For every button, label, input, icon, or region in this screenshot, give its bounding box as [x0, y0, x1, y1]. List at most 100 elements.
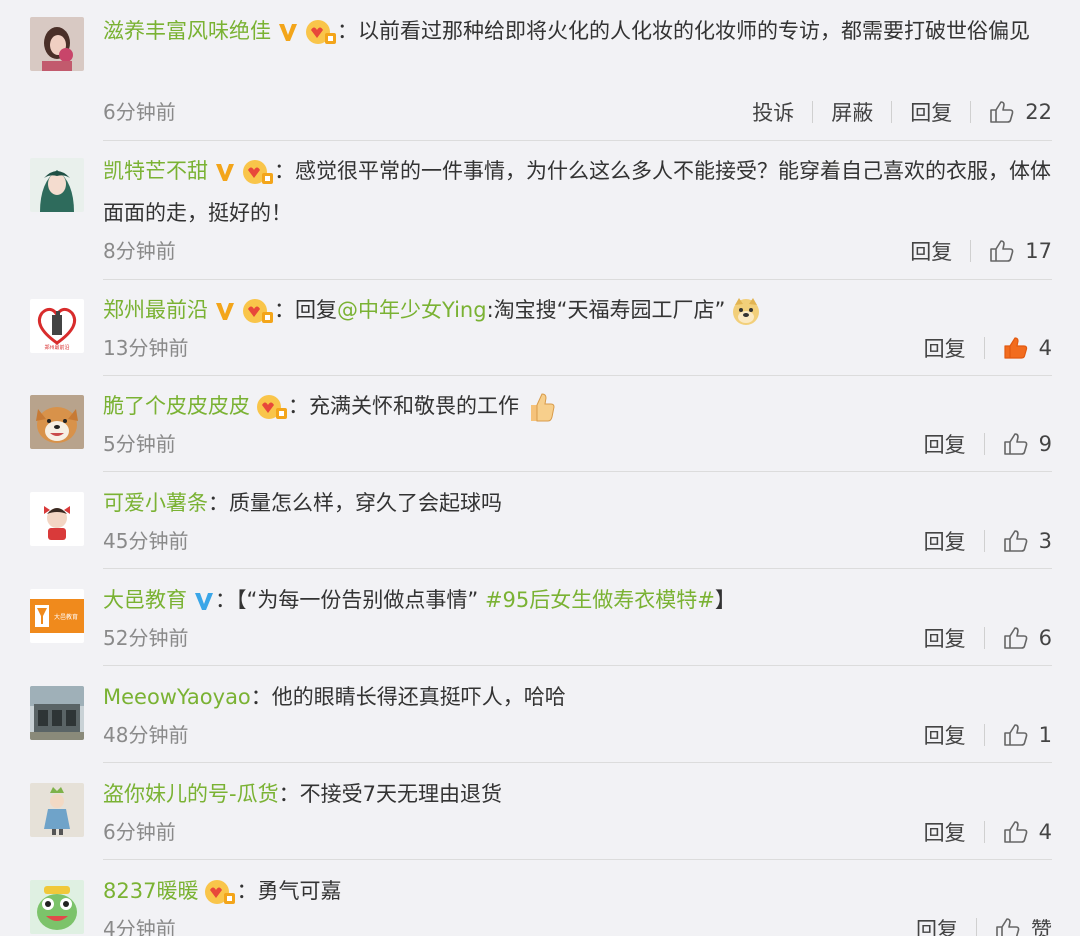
comment-actions: 回复 4	[924, 333, 1052, 363]
thumbs-up-icon	[1003, 724, 1027, 746]
comment-separator: ：	[236, 879, 258, 903]
avatar[interactable]	[30, 783, 84, 837]
username[interactable]: 凯特芒不甜	[103, 159, 208, 183]
like-button[interactable]: 9	[1003, 432, 1052, 456]
comment-time: 13分钟前	[103, 336, 189, 360]
action-divider	[812, 101, 814, 123]
like-button[interactable]: 6	[1003, 626, 1052, 650]
member-level-icon	[242, 159, 274, 185]
member-level-icon	[242, 298, 274, 324]
avatar[interactable]: 大邑教育	[30, 589, 84, 643]
comment-text-prefix: 【“为每一份告别做点事情”	[236, 588, 485, 612]
like-label: 赞	[1031, 918, 1052, 936]
verified-orange-icon	[277, 21, 299, 43]
username[interactable]: 大邑教育	[103, 588, 187, 612]
like-button[interactable]: 4	[1003, 336, 1052, 360]
username[interactable]: MeeowYaoyao	[103, 685, 251, 709]
member-level-icon	[204, 879, 236, 905]
action-divider	[983, 821, 985, 843]
reply-button[interactable]: 回复	[924, 623, 966, 653]
hashtag-link[interactable]: #95后女生做寿衣模特#	[485, 588, 715, 612]
action-divider	[891, 101, 893, 123]
verified-orange-icon	[214, 161, 236, 183]
comment-item: 8237暖暖 ：勇气可嘉 4分钟前 回复 赞	[0, 860, 1080, 936]
reply-prefix: 回复	[295, 298, 337, 322]
comment-time: 45分钟前	[103, 529, 189, 553]
block-button[interactable]: 屏蔽	[831, 97, 873, 127]
comment-list: 滋养丰富风味绝佳 ： 以前看过那种给即将火化的人化妆的化妆师的专访，都需要打破世俗偏…	[0, 0, 1080, 936]
avatar[interactable]	[30, 17, 84, 71]
comment-actions: 回复 9	[924, 429, 1052, 459]
action-divider	[983, 530, 985, 552]
reply-button[interactable]: 回复	[924, 817, 966, 847]
like-count: 17	[1025, 239, 1052, 263]
like-count: 3	[1038, 529, 1052, 553]
comment-text: :淘宝搜“天福寿园工厂店”	[486, 298, 726, 322]
thumbs-up-icon	[990, 101, 1014, 123]
comment-actions: 回复 1	[924, 720, 1052, 750]
like-count: 1	[1038, 723, 1052, 747]
report-button[interactable]: 投诉	[752, 97, 794, 127]
thumbs-up-icon	[1003, 627, 1027, 649]
avatar[interactable]	[30, 686, 84, 740]
comment-separator: ：	[208, 491, 229, 515]
username[interactable]: 可爱小薯条	[103, 491, 208, 515]
comment-text-suffix: 】	[714, 588, 736, 612]
like-count: 4	[1038, 336, 1052, 360]
like-button[interactable]: 3	[1003, 529, 1052, 553]
reply-button[interactable]: 回复	[924, 333, 966, 363]
avatar[interactable]: 郑州最前沿	[30, 299, 84, 353]
comment-text: 充满关怀和敬畏的工作	[309, 394, 519, 418]
comment-actions: 投诉 屏蔽 回复 22	[752, 97, 1052, 127]
comment-time: 6分钟前	[103, 820, 176, 844]
comment-actions: 回复 17	[910, 236, 1052, 266]
comment-time: 48分钟前	[103, 723, 189, 747]
like-count: 6	[1038, 626, 1052, 650]
username[interactable]: 盗你妹儿的号-瓜货	[103, 782, 279, 806]
comment-text: 以前看过那种给即将火化的人化妆的化妆师的专访，都需要打破世俗偏见	[358, 19, 1030, 43]
comment-item: 凯特芒不甜 ：感觉很平常的一件事情，为什么这么多人不能接受？能穿着自己喜欢的衣服，…	[0, 140, 1080, 280]
username[interactable]: 郑州最前沿	[103, 298, 208, 322]
like-count: 4	[1038, 820, 1052, 844]
reply-button[interactable]: 回复	[924, 526, 966, 556]
avatar[interactable]	[30, 880, 84, 934]
avatar[interactable]	[30, 158, 84, 212]
mention-link[interactable]: @中年少女Ying	[337, 298, 487, 322]
reply-button[interactable]: 回复	[910, 97, 952, 127]
action-divider	[983, 337, 985, 359]
like-button[interactable]: 4	[1003, 820, 1052, 844]
verified-blue-icon	[193, 590, 215, 612]
action-divider	[970, 240, 972, 262]
comment-separator: ：	[274, 159, 295, 183]
comment-time: 6分钟前	[103, 100, 176, 124]
username[interactable]: 8237暖暖	[103, 879, 198, 903]
reply-button[interactable]: 回复	[910, 236, 952, 266]
like-button[interactable]: 赞	[995, 914, 1052, 936]
thumbs-up-icon	[1003, 433, 1027, 455]
thumbs-up-icon	[1003, 821, 1027, 843]
comment-item: 盗你妹儿的号-瓜货：不接受7天无理由退货 6分钟前 回复 4	[0, 763, 1080, 860]
thumbs-up-filled-icon	[1004, 337, 1027, 359]
comment-separator: ：	[274, 298, 295, 322]
reply-button[interactable]: 回复	[924, 429, 966, 459]
like-button[interactable]: 1	[1003, 723, 1052, 747]
thumbs-up-emoji-icon	[525, 391, 555, 423]
username[interactable]: 滋养丰富风味绝佳	[103, 19, 271, 43]
comment-item: 脆了个皮皮皮皮 ：充满关怀和敬畏的工作 5分钟前 回复 9	[0, 375, 1080, 472]
thumbs-up-icon	[1003, 530, 1027, 552]
avatar[interactable]	[30, 395, 84, 449]
reply-button[interactable]: 回复	[924, 720, 966, 750]
like-count: 22	[1025, 100, 1052, 124]
avatar-logo-text: 大邑教育	[54, 613, 78, 621]
like-button[interactable]: 17	[989, 239, 1052, 263]
comment-item: 郑州最前沿 郑州最前沿 ：回复@中年少女Ying:淘宝搜“天福寿园工厂店” 13分…	[0, 279, 1080, 376]
comment-text: 他的眼睛长得还真挺吓人，哈哈	[271, 685, 566, 709]
comment-item: 滋养丰富风味绝佳 ：以前看过那种给即将火化的人化妆的化妆师的专访，都需要打破世俗偏…	[0, 0, 1080, 141]
avatar[interactable]	[30, 492, 84, 546]
member-level-icon	[256, 394, 288, 420]
username[interactable]: 脆了个皮皮皮皮	[103, 394, 250, 418]
like-button[interactable]: 22	[989, 100, 1052, 124]
comment-text: 质量怎么样，穿久了会起球吗	[229, 491, 502, 515]
thumbs-up-icon	[990, 240, 1014, 262]
reply-button[interactable]: 回复	[916, 914, 958, 936]
